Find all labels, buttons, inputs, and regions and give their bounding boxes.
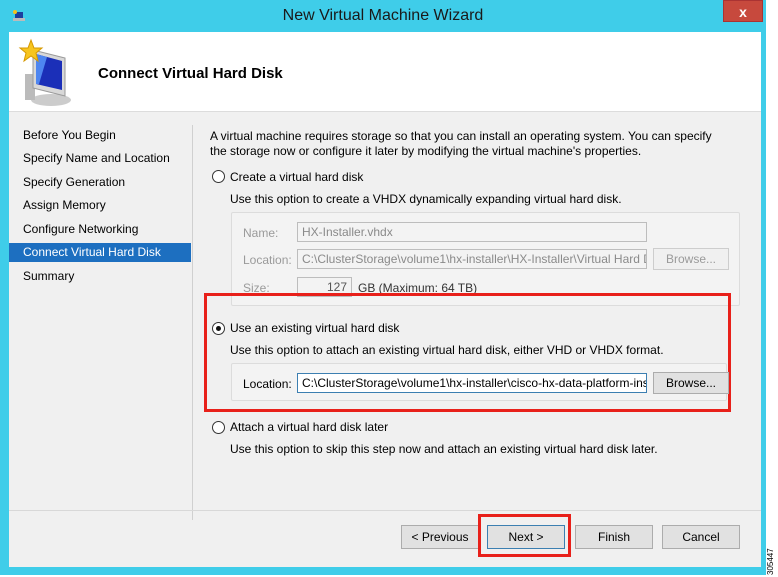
- create-disk-label[interactable]: Create a virtual hard disk: [230, 170, 363, 184]
- location-field[interactable]: C:\ClusterStorage\volume1\hx-installer\H…: [297, 249, 647, 269]
- attach-later-label[interactable]: Attach a virtual hard disk later: [230, 420, 388, 434]
- previous-button[interactable]: < Previous: [401, 525, 479, 549]
- intro-text: A virtual machine requires storage so th…: [210, 129, 712, 158]
- new-vm-monitor-icon: [18, 38, 71, 106]
- create-disk-description: Use this option to create a VHDX dynamic…: [230, 192, 622, 206]
- finish-button[interactable]: Finish: [575, 525, 653, 549]
- nav-item-summary[interactable]: Summary: [9, 267, 191, 286]
- page-title: Connect Virtual Hard Disk: [98, 65, 283, 82]
- nav-item-specify-name-location[interactable]: Specify Name and Location: [9, 149, 191, 168]
- create-disk-group: Name: HX-Installer.vhdx Location: C:\Clu…: [231, 212, 740, 306]
- nav-item-configure-networking[interactable]: Configure Networking: [9, 220, 191, 239]
- existing-disk-radio[interactable]: [212, 322, 225, 335]
- name-field[interactable]: HX-Installer.vhdx: [297, 222, 647, 242]
- window-title: New Virtual Machine Wizard: [282, 7, 484, 24]
- wizard-client: Connect Virtual Hard Disk Before You Beg…: [9, 32, 761, 567]
- existing-disk-description: Use this option to attach an existing vi…: [230, 343, 664, 357]
- nav-item-before-you-begin[interactable]: Before You Begin: [9, 126, 191, 145]
- browse-new-button[interactable]: Browse...: [653, 248, 729, 270]
- title-bar[interactable]: New Virtual Machine Wizard x: [0, 0, 766, 32]
- figure-id: 305447: [766, 548, 775, 575]
- close-button[interactable]: x: [723, 0, 763, 22]
- next-button[interactable]: Next >: [487, 525, 565, 549]
- attach-later-radio[interactable]: [212, 421, 225, 434]
- nav-divider: [192, 125, 193, 520]
- existing-disk-label[interactable]: Use an existing virtual hard disk: [230, 321, 399, 335]
- footer-divider: [9, 510, 761, 511]
- cancel-button[interactable]: Cancel: [662, 525, 740, 549]
- existing-location-field[interactable]: C:\ClusterStorage\volume1\hx-installer\c…: [297, 373, 647, 393]
- wizard-header: Connect Virtual Hard Disk: [9, 32, 761, 112]
- create-disk-radio[interactable]: [212, 170, 225, 183]
- nav-item-assign-memory[interactable]: Assign Memory: [9, 196, 191, 215]
- name-label: Name:: [243, 226, 279, 240]
- existing-location-label: Location:: [243, 377, 292, 391]
- browse-existing-button[interactable]: Browse...: [653, 372, 729, 394]
- wizard-window: New Virtual Machine Wizard x Connect Vir…: [0, 0, 766, 575]
- nav-item-connect-virtual-hard-disk[interactable]: Connect Virtual Hard Disk: [9, 243, 191, 262]
- location-label: Location:: [243, 253, 292, 267]
- existing-disk-group: Location: C:\ClusterStorage\volume1\hx-i…: [231, 363, 729, 401]
- attach-later-description: Use this option to skip this step now an…: [230, 442, 658, 456]
- nav-item-specify-generation[interactable]: Specify Generation: [9, 173, 191, 192]
